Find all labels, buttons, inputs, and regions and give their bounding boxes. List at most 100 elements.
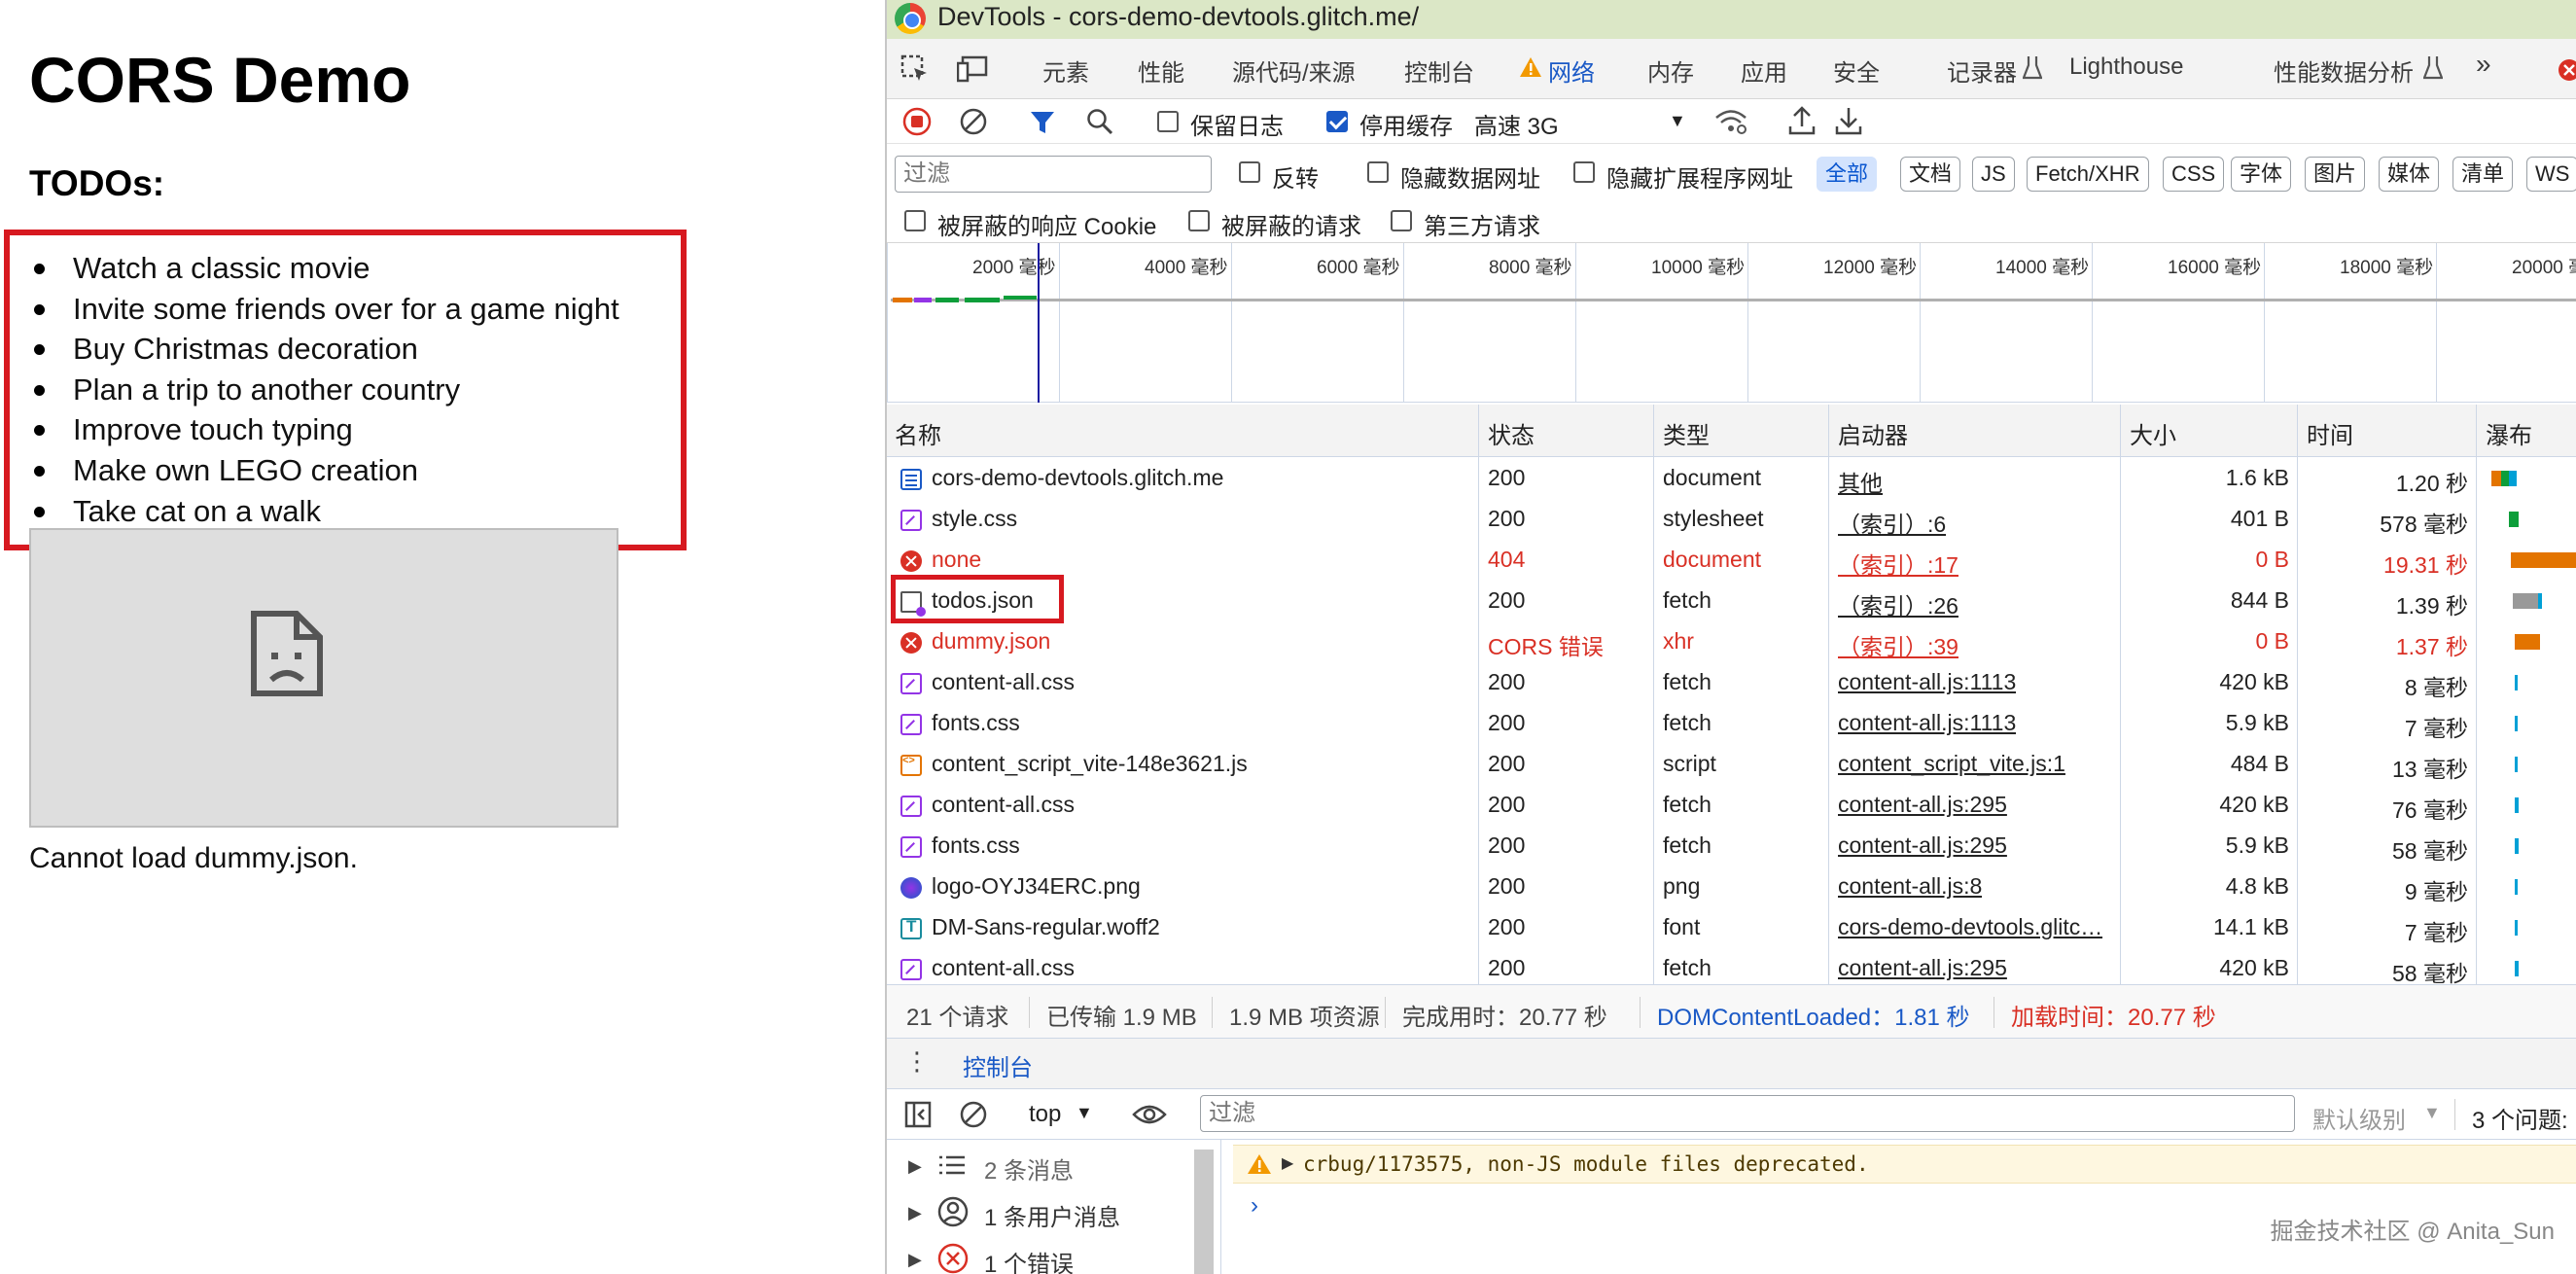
- request-name[interactable]: cors-demo-devtools.glitch.me: [932, 465, 1223, 491]
- request-row[interactable]: style.css 200 stylesheet （索引）:6 401 B 578 毫秒: [887, 499, 2576, 540]
- request-name[interactable]: content-all.css: [932, 792, 1075, 818]
- disable-cache-checkbox[interactable]: [1326, 111, 1348, 132]
- request-row[interactable]: fonts.css 200 fetch content-all.js:295 5.9 k…: [887, 826, 2576, 867]
- type-filter-all[interactable]: 全部: [1817, 157, 1878, 192]
- request-row[interactable]: content-all.css 200 fetch content-all.js:29…: [887, 948, 2576, 989]
- request-initiator[interactable]: content-all.js:295: [1838, 792, 2007, 818]
- tab-application[interactable]: 应用: [1741, 53, 1787, 88]
- record-icon[interactable]: [902, 107, 932, 136]
- console-filter-input[interactable]: [1200, 1095, 2295, 1132]
- tab-elements[interactable]: 元素: [1042, 53, 1089, 88]
- issues-count[interactable]: 3 个问题:: [2472, 1101, 2568, 1135]
- export-har-icon[interactable]: [1834, 105, 1863, 136]
- console-warning-row[interactable]: ▶ crbug/1173575, non-JS module files dep…: [1233, 1145, 2576, 1184]
- request-initiator[interactable]: （索引）:39: [1838, 628, 1958, 661]
- invert-checkbox[interactable]: [1239, 161, 1260, 183]
- expand-arrow-icon[interactable]: ▶: [1282, 1153, 1293, 1173]
- type-filter-ws[interactable]: WS: [2526, 157, 2576, 192]
- preserve-log-checkbox[interactable]: [1157, 111, 1179, 132]
- console-sidebar-icon[interactable]: [904, 1101, 932, 1128]
- import-har-icon[interactable]: [1787, 105, 1817, 136]
- type-filter-img[interactable]: 图片: [2305, 157, 2366, 192]
- tab-performance-insights[interactable]: 性能数据分析: [2274, 53, 2414, 88]
- request-initiator[interactable]: content_script_vite.js:1: [1838, 751, 2065, 777]
- request-row[interactable]: DM-Sans-regular.woff2 200 font cors-demo-de…: [887, 907, 2576, 948]
- column-initiator[interactable]: 启动器: [1838, 416, 1908, 450]
- request-name[interactable]: DM-Sans-regular.woff2: [932, 914, 1160, 940]
- request-row[interactable]: logo-OYJ34ERC.png 200 png content-all.js:8 4…: [887, 867, 2576, 907]
- tab-security[interactable]: 安全: [1833, 53, 1880, 88]
- column-name[interactable]: 名称: [895, 416, 941, 450]
- blocked-requests-checkbox[interactable]: [1188, 210, 1210, 231]
- type-filter-font[interactable]: 字体: [2231, 157, 2292, 192]
- type-filter-media[interactable]: 媒体: [2379, 157, 2440, 192]
- tab-sources[interactable]: 源代码/来源: [1232, 53, 1356, 88]
- request-row[interactable]: content_script_vite-148e3621.js 200 script…: [887, 744, 2576, 785]
- tab-memory[interactable]: 内存: [1647, 53, 1694, 88]
- request-row[interactable]: none 404 document （索引）:17 0 B 19.31 秒: [887, 540, 2576, 581]
- chevron-down-icon[interactable]: ▼: [1669, 111, 1686, 131]
- live-expression-eye-icon[interactable]: [1132, 1103, 1167, 1126]
- drawer-tab-console[interactable]: 控制台: [953, 1048, 1042, 1095]
- sidebar-scrollbar[interactable]: [1194, 1150, 1214, 1274]
- request-initiator[interactable]: content-all.js:1113: [1838, 710, 2016, 736]
- column-type[interactable]: 类型: [1663, 416, 1710, 450]
- request-row[interactable]: fonts.css 200 fetch content-all.js:1113 5.9 …: [887, 703, 2576, 744]
- tab-lighthouse[interactable]: Lighthouse: [2069, 53, 2183, 81]
- drawer-menu-icon[interactable]: ⋮: [904, 1046, 930, 1077]
- network-overview[interactable]: 2000 毫秒 4000 毫秒 6000 毫秒 8000 毫秒 10000 毫秒…: [887, 243, 2576, 403]
- request-initiator[interactable]: content-all.js:1113: [1838, 669, 2016, 695]
- inspect-element-icon[interactable]: [900, 54, 930, 84]
- request-name[interactable]: dummy.json: [932, 628, 1050, 655]
- tab-console[interactable]: 控制台: [1404, 53, 1474, 88]
- chevron-down-icon[interactable]: ▼: [2423, 1103, 2441, 1123]
- request-name[interactable]: fonts.css: [932, 710, 1020, 736]
- request-name[interactable]: fonts.css: [932, 832, 1020, 859]
- clear-console-icon[interactable]: [959, 1100, 988, 1129]
- tab-network[interactable]: 网络: [1542, 53, 1601, 104]
- hide-data-urls-checkbox[interactable]: [1367, 161, 1389, 183]
- request-initiator[interactable]: cors-demo-devtools.glitc…: [1838, 914, 2102, 940]
- log-level-select[interactable]: 默认级别: [2312, 1101, 2406, 1135]
- request-initiator[interactable]: （索引）:26: [1838, 587, 1958, 620]
- error-count-icon[interactable]: [2558, 58, 2576, 82]
- request-name[interactable]: content_script_vite-148e3621.js: [932, 751, 1248, 777]
- request-row[interactable]: content-all.css 200 fetch content-all.js:29…: [887, 785, 2576, 826]
- context-select[interactable]: top: [1029, 1101, 1061, 1128]
- type-filter-fetch-xhr[interactable]: Fetch/XHR: [2027, 157, 2149, 192]
- request-name[interactable]: content-all.css: [932, 955, 1075, 981]
- column-time[interactable]: 时间: [2307, 416, 2353, 450]
- request-initiator[interactable]: content-all.js:295: [1838, 832, 2007, 859]
- sidebar-item-messages[interactable]: ▶ 2 条消息: [908, 1151, 1074, 1185]
- tab-recorder[interactable]: 记录器: [1947, 53, 2017, 88]
- type-filter-manifest[interactable]: 清单: [2452, 157, 2514, 192]
- device-toolbar-icon[interactable]: [957, 54, 988, 84]
- more-tabs-icon[interactable]: »: [2476, 49, 2491, 80]
- filter-icon[interactable]: [1029, 109, 1056, 136]
- request-name[interactable]: style.css: [932, 506, 1017, 532]
- column-size[interactable]: 大小: [2130, 416, 2176, 450]
- network-conditions-icon[interactable]: [1713, 107, 1748, 136]
- chevron-down-icon[interactable]: ▼: [1076, 1103, 1093, 1123]
- third-party-checkbox[interactable]: [1391, 210, 1412, 231]
- column-status[interactable]: 状态: [1488, 416, 1535, 450]
- throttling-select[interactable]: 高速 3G: [1474, 107, 1559, 141]
- type-filter-js[interactable]: JS: [1972, 157, 2015, 192]
- request-row[interactable]: cors-demo-devtools.glitch.me 200 document 其…: [887, 458, 2576, 499]
- filter-input[interactable]: [895, 156, 1212, 193]
- type-filter-css[interactable]: CSS: [2163, 157, 2225, 192]
- request-name[interactable]: content-all.css: [932, 669, 1075, 695]
- request-initiator[interactable]: （索引）:6: [1838, 506, 1946, 539]
- clear-icon[interactable]: [959, 107, 988, 136]
- request-name[interactable]: logo-OYJ34ERC.png: [932, 873, 1141, 900]
- blocked-cookies-checkbox[interactable]: [904, 210, 926, 231]
- request-initiator[interactable]: content-all.js:295: [1838, 955, 2007, 981]
- type-filter-doc[interactable]: 文档: [1900, 157, 1961, 192]
- search-icon[interactable]: [1085, 107, 1114, 136]
- request-initiator[interactable]: （索引）:17: [1838, 547, 1958, 580]
- request-initiator[interactable]: content-all.js:8: [1838, 873, 1982, 900]
- request-initiator[interactable]: 其他: [1838, 465, 1883, 498]
- request-row[interactable]: todos.json 200 fetch （索引）:26 844 B 1.39 秒: [887, 581, 2576, 621]
- hide-extension-urls-checkbox[interactable]: [1573, 161, 1595, 183]
- sidebar-item-errors[interactable]: ▶ 1 个错误: [908, 1243, 1074, 1274]
